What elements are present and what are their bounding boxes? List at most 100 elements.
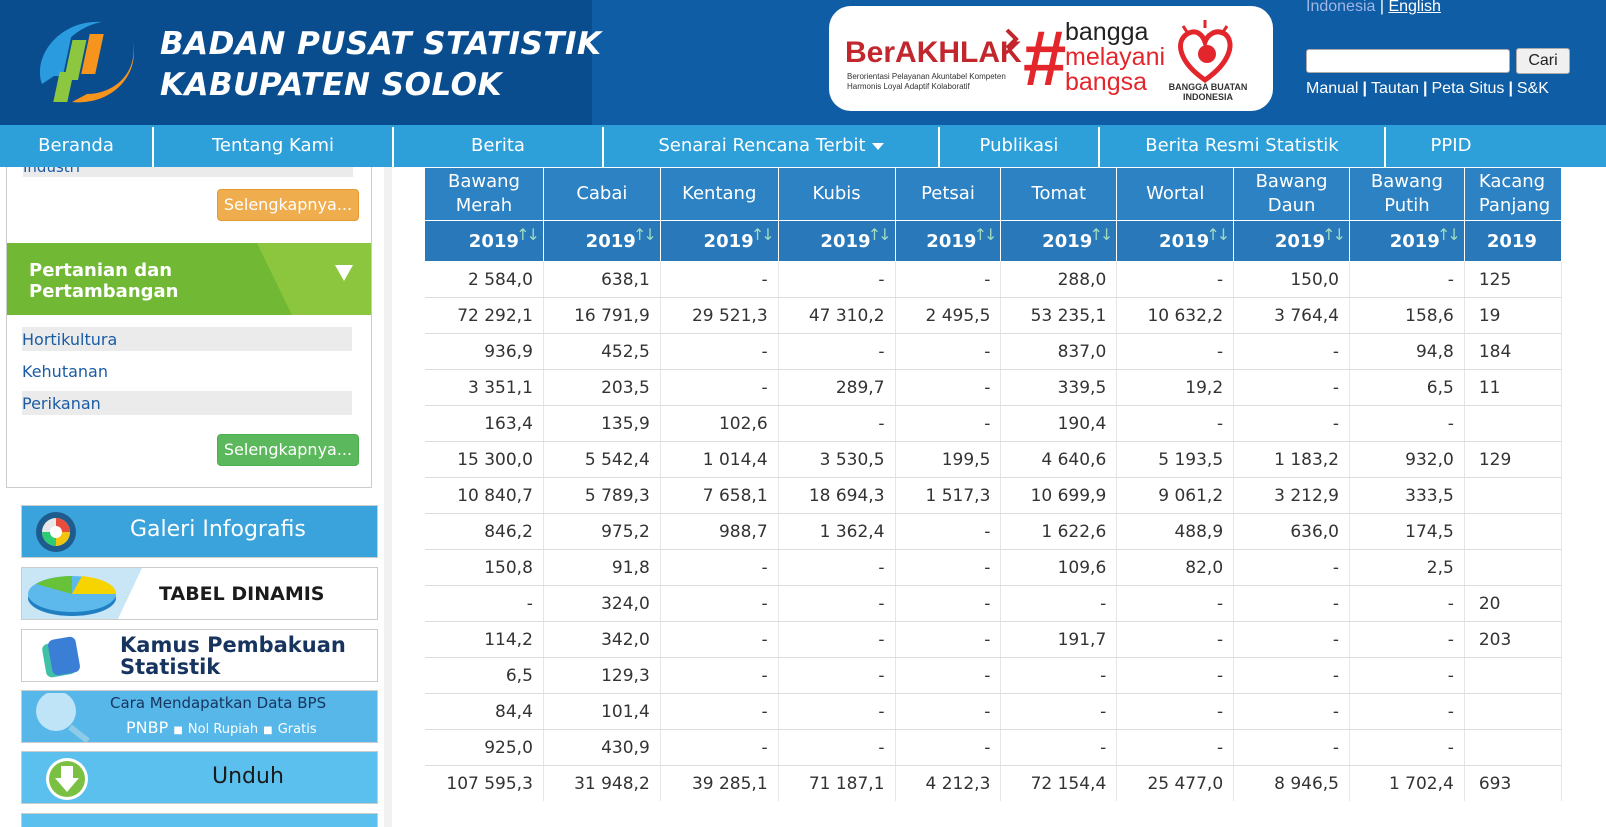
sort-arrows-icon[interactable]: ↑↓	[1437, 225, 1461, 244]
year-sort-header[interactable]: 2019 ↑↓	[659, 220, 779, 262]
sort-arrows-icon[interactable]: ↑↓	[974, 225, 998, 244]
table-cell: -	[895, 549, 1002, 586]
nav-beranda[interactable]: Beranda	[0, 125, 152, 167]
year-sort-header[interactable]: 2019 ↑↓	[1000, 220, 1118, 262]
sidebar-item-hortikultura[interactable]: Hortikultura	[22, 327, 352, 351]
chevron-right-icon	[1005, 28, 1019, 50]
cara-sublabel: PNBP ■ Nol Rupiah ■ Gratis	[126, 718, 317, 737]
galeri-infografis-banner[interactable]: Galeri Infografis	[21, 505, 378, 558]
sort-arrows-icon[interactable]: ↑↓	[868, 225, 892, 244]
table-cell: -	[1116, 261, 1235, 298]
nav-berita[interactable]: Berita	[394, 125, 602, 167]
tautan-link[interactable]: Tautan	[1371, 80, 1419, 97]
table-cell: 199,5	[895, 441, 1002, 478]
year-label: 2019	[1486, 230, 1537, 252]
table-cell	[1464, 729, 1562, 766]
category-header-pertanian[interactable]: Pertanian dan Pertambangan	[7, 243, 371, 315]
nav-berita-resmi-statistik[interactable]: Berita Resmi Statistik	[1100, 125, 1384, 167]
sidebar-item-industri[interactable]: Industri	[23, 167, 353, 177]
nav-tentang-kami[interactable]: Tentang Kami	[154, 125, 392, 167]
year-label: 2019	[1042, 230, 1093, 252]
year-sort-header[interactable]: 2019 ↑↓	[777, 220, 896, 262]
table-cell: 107 595,3	[424, 765, 544, 801]
header-row-year: 2019 ↑↓ 2019 ↑↓ 2019 ↑↓ 2019 ↑↓ 2019 ↑↓ 2019 ↑↓ 2019…	[424, 220, 1562, 262]
search-input[interactable]	[1306, 49, 1510, 73]
lang-english-link[interactable]: English	[1388, 0, 1440, 15]
table-cell: 10 632,2	[1116, 297, 1235, 334]
manual-link[interactable]: Manual	[1306, 80, 1358, 97]
nav-publikasi[interactable]: Publikasi	[940, 125, 1098, 167]
table-cell: 18 694,3	[778, 477, 896, 514]
table-cell: -	[660, 729, 779, 766]
sort-arrows-icon[interactable]: ↑↓	[516, 225, 540, 244]
table-cell: 4 212,3	[895, 765, 1002, 801]
table-row: 925,0 430,9- - - - - - -	[424, 729, 1562, 766]
sidebar-item-kehutanan[interactable]: Kehutanan	[22, 359, 352, 383]
table-cell: 324,0	[543, 585, 661, 622]
sidebar-item-perikanan[interactable]: Perikanan	[22, 391, 352, 415]
table-cell: -	[1233, 369, 1350, 406]
table-cell: 3 530,5	[778, 441, 896, 478]
table-cell: -	[895, 405, 1002, 442]
site-title-line1: BADAN PUSAT STATISTIK	[160, 26, 602, 62]
sort-arrows-icon[interactable]: ↑↓	[1322, 225, 1346, 244]
table-cell: 2,5	[1349, 549, 1465, 586]
sidebar: Industri Selengkapnya... Pertanian dan P…	[0, 167, 384, 827]
extra-banner[interactable]	[21, 813, 378, 827]
cara-mendapatkan-data-banner[interactable]: Cara Mendapatkan Data BPS PNBP ■ Nol Rup…	[21, 690, 378, 743]
table-cell: 7 658,1	[660, 477, 779, 514]
kamus-pembakuan-banner[interactable]: Kamus Pembakuan Statistik	[21, 629, 378, 682]
table-cell: 125	[1464, 261, 1562, 298]
main-content: Bawang Merah Cabai Kentang Kubis Petsai Tomat…	[392, 167, 1606, 827]
table-cell: -	[1233, 621, 1350, 658]
nav-ppid[interactable]: PPID	[1386, 125, 1516, 167]
selengkapnya-button[interactable]: Selengkapnya...	[217, 189, 359, 221]
table-cell: 53 235,1	[1000, 297, 1118, 334]
year-sort-header[interactable]: 2019 ↑↓	[424, 220, 544, 262]
category-title: Pertanian dan Pertambangan	[29, 260, 179, 302]
tabel-dinamis-banner[interactable]: TABEL DINAMIS	[21, 567, 378, 620]
table-scroll-area[interactable]: Bawang Merah Cabai Kentang Kubis Petsai Tomat…	[424, 167, 1562, 827]
table-row: 150,8 91,8- - -109,6 82,0-2,5	[424, 549, 1562, 586]
table-cell: 47 310,2	[778, 297, 896, 334]
year-sort-header[interactable]: 2019 ↑↓	[1116, 220, 1235, 262]
table-cell: 31 948,2	[543, 765, 661, 801]
table-cell: -	[1233, 657, 1350, 694]
nav-senarai-rencana-terbit[interactable]: Senarai Rencana Terbit	[604, 125, 938, 167]
year-sort-header[interactable]: 2019	[1463, 220, 1562, 262]
site-title[interactable]: BADAN PUSAT STATISTIK KABUPATEN SOLOK	[160, 24, 602, 106]
table-cell: -	[778, 657, 896, 694]
sk-link[interactable]: S&K	[1517, 80, 1549, 97]
search-button[interactable]: Cari	[1516, 48, 1570, 74]
year-sort-header[interactable]: 2019 ↑↓	[542, 220, 661, 262]
year-sort-header[interactable]: 2019 ↑↓	[1233, 220, 1350, 262]
table-cell: 3 351,1	[424, 369, 544, 406]
table-cell: 2 584,0	[424, 261, 544, 298]
peta-situs-link[interactable]: Peta Situs	[1432, 80, 1505, 97]
table-cell: -	[424, 585, 544, 622]
utility-links: Manual | Tautan | Peta Situs | S&K	[1306, 80, 1549, 98]
table-cell: 20	[1464, 585, 1562, 622]
sort-arrows-icon[interactable]: ↑↓	[751, 225, 775, 244]
bangga-line3: bangsa	[1065, 68, 1148, 96]
bullet-icon: ■	[263, 725, 273, 736]
table-cell: -	[1000, 729, 1118, 766]
lang-indonesia-link[interactable]: Indonesia	[1306, 0, 1375, 15]
year-label: 2019	[1389, 230, 1440, 252]
kamus-label-line1: Kamus Pembakuan	[120, 633, 346, 657]
sort-arrows-icon[interactable]: ↑↓	[633, 225, 657, 244]
sort-arrows-icon[interactable]: ↑↓	[1089, 225, 1113, 244]
selengkapnya-button[interactable]: Selengkapnya...	[217, 434, 359, 466]
year-sort-header[interactable]: 2019 ↑↓	[1348, 220, 1465, 262]
table-cell: 150,8	[424, 549, 544, 586]
table-cell: -	[778, 549, 896, 586]
sort-arrows-icon[interactable]: ↑↓	[1206, 225, 1230, 244]
table-cell	[1464, 657, 1562, 694]
year-label: 2019	[820, 230, 871, 252]
cara-label: Cara Mendapatkan Data BPS	[110, 694, 327, 712]
table-row: -324,0- - - - - - -20	[424, 585, 1562, 622]
year-sort-header[interactable]: 2019 ↑↓	[894, 220, 1002, 262]
bps-logo[interactable]	[32, 14, 144, 110]
tabel-dinamis-label: TABEL DINAMIS	[159, 583, 325, 605]
unduh-banner[interactable]: Unduh	[21, 751, 378, 804]
